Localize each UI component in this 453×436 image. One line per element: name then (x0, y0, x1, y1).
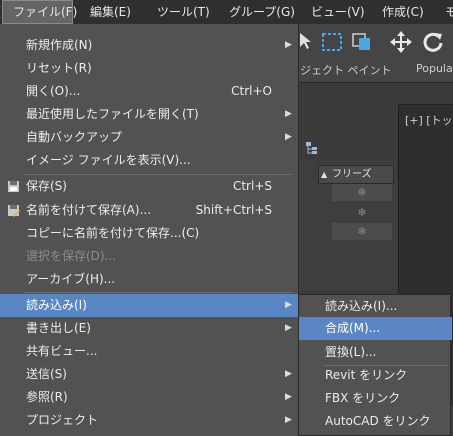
submenu-item-link-autocad[interactable]: AutoCAD をリンク (299, 410, 452, 433)
menu-item-auto-backup[interactable]: 自動バックアップ ▶ (0, 126, 298, 149)
menu-item-label: 開く(O)... (26, 84, 81, 98)
freeze-toggle[interactable]: ❄ (332, 223, 392, 240)
submenu-item-label: AutoCAD をリンク (325, 414, 431, 428)
submenu-item-label: 置換(L)... (325, 345, 377, 359)
freeze-toggle[interactable]: ❄ (332, 184, 392, 201)
submenu-item-label: 読み込み(I)... (325, 299, 398, 313)
menu-item-save-selected: 選択を保存(D)... (0, 245, 298, 268)
menu-item-label: 参照(R) (26, 390, 68, 404)
menu-file[interactable]: ファイル(F) (2, 0, 77, 24)
menu-item-label: 名前を付けて保存(A)... (26, 203, 152, 217)
menu-item-save-as[interactable]: 名前を付けて保存(A)... Shift+Ctrl+S (0, 199, 298, 222)
menu-item-label: 保存(S) (26, 179, 67, 193)
rotate-icon[interactable] (420, 29, 446, 55)
menu-item-label: 共有ビュー... (26, 344, 98, 358)
menu-create[interactable]: 作成(C) (382, 0, 424, 24)
menu-item-new[interactable]: 新規作成(N) ▶ (0, 34, 298, 57)
object-paint-label: ジェクト ペイント (300, 64, 392, 77)
menu-item-label: 最近使用したファイルを開く(T) (26, 107, 199, 121)
freeze-toggle[interactable]: ❄ (332, 204, 392, 221)
menu-item-open[interactable]: 開く(O)... Ctrl+O (0, 80, 298, 103)
submenu-item-label: Revit をリンク (325, 368, 408, 382)
populate-label: Popula (416, 62, 453, 75)
menu-item-label: プロジェクト (26, 413, 99, 427)
menu-item-label: 読み込み(I) (26, 298, 87, 312)
menu-item-save-copy-as[interactable]: コピーに名前を付けて保存...(C) (0, 222, 298, 245)
submenu-arrow-icon: ▶ (285, 415, 292, 425)
submenu-arrow-icon: ▶ (285, 369, 292, 379)
submenu-item-label: 合成(M)... (325, 321, 381, 335)
menu-separator (24, 292, 292, 293)
menu-item-open-recent[interactable]: 最近使用したファイルを開く(T) ▶ (0, 103, 298, 126)
shortcut-label: Shift+Ctrl+S (195, 203, 272, 217)
menu-group[interactable]: グループ(G) (229, 0, 295, 24)
menu-item-label: 新規作成(N) (26, 38, 93, 52)
menu-item-reset[interactable]: リセット(R) (0, 57, 298, 80)
menu-item-shared-views[interactable]: 共有ビュー... (0, 340, 298, 363)
menu-item-label: リセット(R) (26, 61, 92, 75)
freeze-column-header[interactable]: ▲ フリーズ (318, 165, 394, 184)
sort-arrow-icon: ▲ (321, 170, 328, 179)
submenu-arrow-icon: ▶ (285, 392, 292, 402)
submenu-arrow-icon: ▶ (285, 132, 292, 142)
save-as-icon (8, 205, 20, 217)
menu-item-import[interactable]: 読み込み(I) ▶ (0, 294, 298, 317)
menu-item-send-to[interactable]: 送信(S) ▶ (0, 363, 298, 386)
menu-item-archive[interactable]: アーカイブ(H)... (0, 268, 298, 291)
menu-item-label: 送信(S) (26, 367, 67, 381)
submenu-item-merge[interactable]: 合成(M)... (299, 317, 452, 340)
submenu-arrow-icon: ▶ (285, 300, 292, 310)
import-submenu: 読み込み(I)... 合成(M)... 置換(L)... Revit をリンク … (298, 294, 452, 436)
hierarchy-icon[interactable] (305, 141, 319, 155)
menu-item-save[interactable]: 保存(S) Ctrl+S (0, 175, 298, 198)
menu-item-label: イメージ ファイルを表示(V)... (26, 153, 191, 167)
main-toolbar: ジェクト ペイント Popula (298, 24, 453, 83)
submenu-arrow-icon: ▶ (285, 323, 292, 333)
menu-item-label: 選択を保存(D)... (26, 249, 117, 263)
move-icon[interactable] (388, 29, 414, 55)
viewport-label[interactable]: [+] [トッ (405, 112, 453, 128)
submenu-item-label: FBX をリンク (325, 391, 401, 405)
menu-more[interactable]: モ (445, 0, 453, 24)
menu-item-view-image-file[interactable]: イメージ ファイルを表示(V)... (0, 149, 298, 172)
save-icon (8, 181, 19, 192)
submenu-item-link-fbx[interactable]: FBX をリンク (299, 387, 452, 410)
submenu-item-replace[interactable]: 置換(L)... (299, 341, 452, 364)
menu-item-label: 自動バックアップ (26, 130, 123, 144)
menu-view[interactable]: ビュー(V) (311, 0, 365, 24)
menu-tools[interactable]: ツール(T) (157, 0, 210, 24)
file-menu-dropdown: 新規作成(N) ▶ リセット(R) 開く(O)... Ctrl+O 最近使用した… (0, 24, 299, 436)
region-select-icon[interactable] (320, 29, 346, 55)
submenu-item-import[interactable]: 読み込み(I)... (299, 295, 452, 318)
menu-item-label: 書き出し(E) (26, 321, 91, 335)
menu-item-label: コピーに名前を付けて保存...(C) (26, 226, 200, 240)
menu-bar: ファイル(F) 編集(E) ツール(T) グループ(G) ビュー(V) 作成(C… (0, 0, 453, 25)
shortcut-label: Ctrl+S (232, 179, 272, 193)
freeze-header-label: フリーズ (332, 169, 372, 180)
shortcut-label: Ctrl+O (231, 84, 272, 98)
submenu-arrow-icon: ▶ (285, 109, 292, 119)
menu-item-label: アーカイブ(H)... (26, 272, 116, 286)
menu-edit[interactable]: 編集(E) (90, 0, 131, 24)
menu-item-reference[interactable]: 参照(R) ▶ (0, 386, 298, 409)
window-crossing-icon[interactable] (350, 29, 376, 55)
menu-item-export[interactable]: 書き出し(E) ▶ (0, 317, 298, 340)
submenu-arrow-icon: ▶ (285, 40, 292, 50)
submenu-item-link-revit[interactable]: Revit をリンク (299, 364, 452, 387)
menu-item-project[interactable]: プロジェクト ▶ (0, 409, 298, 432)
